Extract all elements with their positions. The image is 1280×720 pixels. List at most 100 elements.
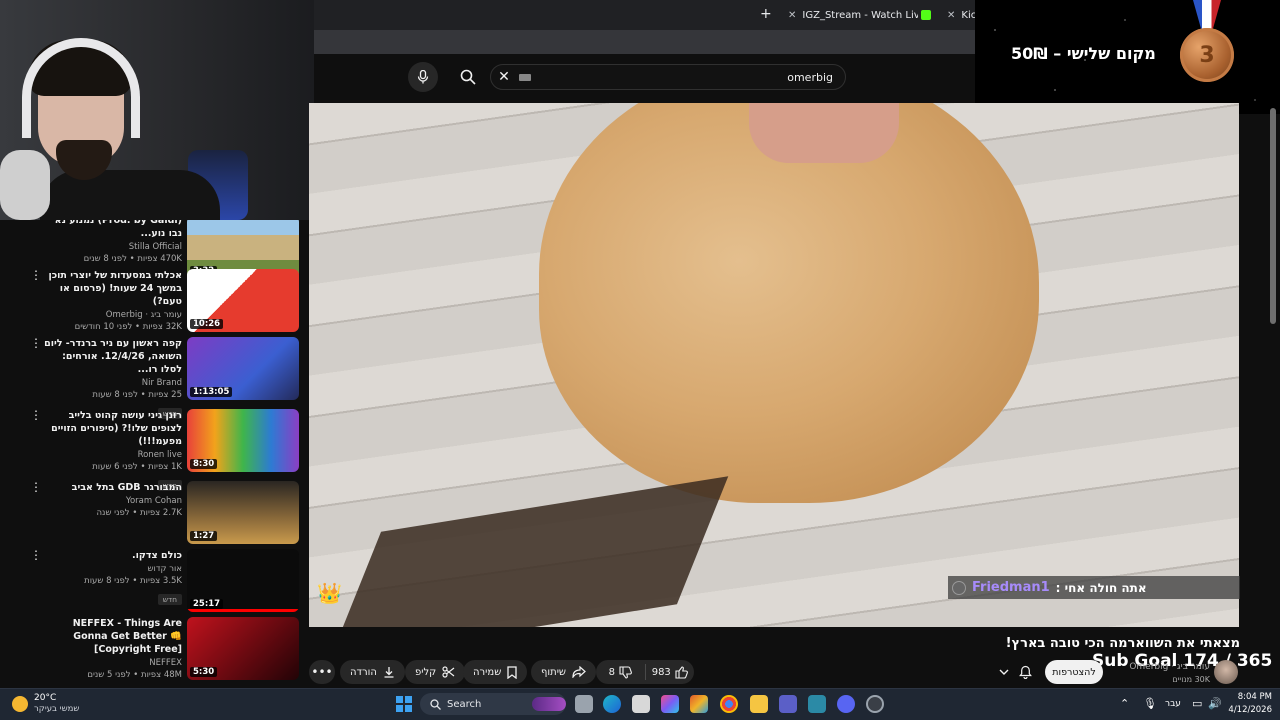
keyboard-icon[interactable] [519,73,531,81]
weather-temperature: 20°C [34,693,57,703]
video-thumbnail[interactable]: 5:30 [187,617,299,680]
channel-avatar[interactable] [1214,660,1238,684]
more-options-icon[interactable]: ⋮ [30,269,42,281]
video-duration: 25:17 [190,599,224,609]
chat-message-overlay: Friedman1 אתה חולה אחי : [948,576,1240,599]
show-hidden-icons[interactable]: ⌃ [1120,697,1129,710]
task-view-icon[interactable] [575,695,593,713]
video-title[interactable]: המבורגר GDB בתל אביב [44,481,182,494]
teams-icon[interactable] [779,695,797,713]
wifi-icon[interactable]: ▭ [1192,697,1202,710]
video-thumbnail[interactable]: 1:13:05 [187,337,299,400]
join-button[interactable]: להצטרפות [1045,660,1103,684]
share-icon [572,666,586,678]
search-query: omerbig [787,70,833,84]
video-player[interactable]: 👑 [309,103,1239,627]
webcam-body [40,170,220,220]
video-thumbnail[interactable]: 1:27 [187,481,299,544]
channel-name[interactable]: עומר ביג · Omerbig [1118,662,1210,672]
close-tab-icon[interactable]: ✕ [788,10,796,21]
clear-search-icon[interactable]: ✕ [493,69,515,85]
video-meta: 470K צפיות • לפני 8 שנים [83,254,182,264]
video-frame-hand [749,103,899,163]
video-meta: 25 צפיות • לפני 8 שעות [92,390,182,400]
channel-watermark-icon[interactable]: 👑 [317,581,342,611]
medal-number: 3 [1199,42,1215,68]
video-title[interactable]: NEFFEX - Things Are Gonna Get Better 👊 [… [44,617,182,656]
video-title: מצאתי את השווארמה הכי טובה בארץ! [1005,636,1240,651]
scissors-icon [442,666,455,678]
windows-start-icon[interactable] [396,696,412,712]
subscriber-count: 30K מנויים [1172,675,1210,684]
like-button[interactable]: 983 [646,660,695,684]
download-button[interactable]: הורדה [340,660,405,684]
share-button[interactable]: שיתוף [531,660,597,684]
more-options-icon[interactable]: ⋮ [30,337,42,349]
video-meta: 2.7K צפיות • לפני שנה [96,508,183,518]
video-title[interactable]: רונן גיני עושה קהוט בלייב לצופים שלו!? (… [44,409,182,448]
page-scrollbar[interactable] [1270,108,1276,324]
channel-name[interactable]: NEFFEX [44,658,182,669]
channel-name[interactable]: Stilla Official [44,242,182,253]
input-language[interactable]: עבר [1165,699,1181,709]
notification-bell-button[interactable] [1012,660,1038,684]
tab-kick[interactable]: ✕ Kick [947,6,977,24]
video-title[interactable]: (Prod. by Galdi) נמנוע נא נבו נוע... [44,220,182,240]
more-actions-button[interactable]: ••• [309,660,335,684]
video-thumbnail[interactable]: 25:17 [187,549,299,612]
new-badge: חדש [157,594,182,605]
video-title[interactable]: קפה ראשון עם ניר ברנדר- ליום השואה, 12/4… [44,337,182,376]
office-icon[interactable] [690,695,708,713]
prize-text: מקום שלישי – 50₪ [1011,44,1156,63]
video-thumbnail[interactable]: 8:30 [187,409,299,472]
file-explorer-icon[interactable] [750,695,768,713]
microphone-icon[interactable]: 🎙 [1143,697,1157,710]
new-tab-button[interactable]: + [760,6,772,22]
save-label: שמירה [473,666,502,678]
voice-search-button[interactable] [408,62,438,92]
app-icon[interactable] [866,695,884,713]
video-title[interactable]: כולם צדקו. [44,549,182,562]
thumbs-up-icon [675,665,688,679]
app-icon[interactable] [808,695,826,713]
video-meta: 48M צפיות • לפני 5 שנים [87,670,182,680]
bell-icon [1018,665,1032,679]
watch-progress-bar [187,609,299,612]
search-highlight-art [532,697,566,711]
channel-name[interactable]: Nir Brand [44,378,182,389]
microphone-foam [0,150,50,220]
tab-igz-stream[interactable]: ✕ IGZ_Stream - Watch Live on Ki [788,6,918,24]
search-button[interactable] [450,62,486,92]
system-clock[interactable]: 8:04 PM 4/12/2026 [1218,691,1272,717]
join-label: להצטרפות [1052,666,1096,678]
chrome-browser-icon[interactable] [720,695,738,713]
microphone-icon [417,70,429,84]
edge-browser-icon[interactable] [603,695,621,713]
search-input[interactable]: ✕ omerbig [490,64,846,90]
video-title[interactable]: אכלתי במסעדות של יוצרי תוכן במשך 24 שעות… [44,269,182,308]
channel-name[interactable]: אור קדוש [44,564,182,575]
taskbar-search-label: Search [447,698,482,710]
dislike-button[interactable]: 8 [596,660,645,684]
taskbar-search[interactable]: Search [420,693,566,715]
save-button[interactable]: שמירה [463,660,528,684]
like-count: 983 [651,666,671,678]
copilot-icon[interactable] [661,695,679,713]
search-icon [430,698,441,710]
chat-username: Friedman1 [972,580,1050,595]
channel-name[interactable]: Yoram Cohan [44,496,182,507]
weather-widget[interactable]: 20°C שמשי בעיקר [12,693,79,715]
discord-icon[interactable] [837,695,855,713]
channel-name[interactable]: Ronen live [44,450,182,461]
more-options-icon[interactable]: ⋮ [30,409,42,421]
more-options-icon[interactable]: ⋮ [30,549,42,561]
video-thumbnail[interactable]: 10:26 [187,269,299,332]
stream-prize-overlay: מקום שלישי – 50₪ 3 [975,0,1280,114]
video-duration: 1:13:05 [190,387,233,397]
chat-avatar [952,580,966,595]
channel-name[interactable]: עומר ביג · Omerbig [44,310,182,321]
store-icon[interactable] [632,695,650,713]
clip-button[interactable]: קליפ [405,660,466,684]
more-options-icon[interactable]: ⋮ [30,481,42,493]
close-tab-icon[interactable]: ✕ [947,10,955,21]
